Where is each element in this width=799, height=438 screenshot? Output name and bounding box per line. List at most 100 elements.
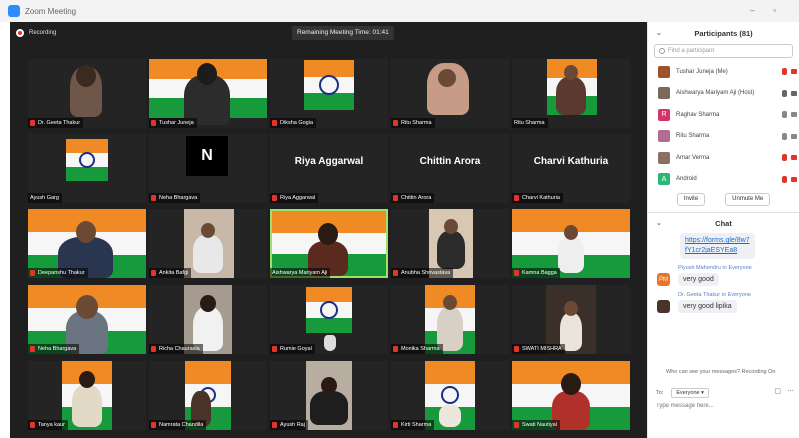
video-tile[interactable]: Ayush Raj [270, 361, 388, 430]
participant-head [564, 301, 578, 316]
mic-muted-icon [272, 346, 277, 352]
video-tile[interactable]: Monika Sharma [391, 285, 509, 354]
video-tile[interactable]: Ayush Garg [28, 134, 146, 203]
video-off-icon[interactable] [791, 155, 797, 161]
participant-search[interactable]: Find a participant [654, 44, 793, 58]
participant-row[interactable]: R Raghav Sharma [648, 104, 799, 126]
participant-row[interactable]: A Android [648, 169, 799, 191]
recording-label[interactable]: Recording [29, 30, 56, 36]
recipient-select[interactable]: Everyone ▾ [671, 388, 709, 398]
mic-muted-icon[interactable] [782, 154, 787, 162]
name-tag: Kamna Bagga [512, 268, 560, 278]
video-tile-active-speaker[interactable]: Aishwarya Mariyam Aji [270, 209, 388, 278]
unmute-me-button[interactable]: Unmute Me [725, 193, 771, 206]
mic-icon[interactable] [782, 89, 787, 97]
name-tag: Richa Chaurasia [149, 344, 203, 354]
video-tile[interactable]: Tushar Juneja [149, 59, 267, 128]
mic-muted-icon [393, 195, 398, 201]
mic-muted-icon [272, 195, 277, 201]
participant-row[interactable]: Tushar Juneja (Me) [648, 61, 799, 83]
participant-head [79, 371, 95, 388]
minimize-icon[interactable]: – [750, 5, 755, 15]
name-tag: Charvi Kathuria [512, 193, 563, 203]
form-link[interactable]: https://forms.gle/8w7fY1cr2jaESYEa8 [685, 237, 750, 254]
mic-muted-icon [514, 195, 519, 201]
participant-head [200, 295, 216, 312]
participant-head [197, 63, 217, 85]
video-tile[interactable]: Kamna Bagga [512, 209, 630, 278]
video-tile[interactable]: Swati Nautiyal [512, 361, 630, 430]
participant-video [558, 237, 584, 273]
participant-row[interactable]: Ritu Sharma [648, 126, 799, 148]
participant-head [321, 377, 337, 394]
to-label: To: [656, 390, 664, 396]
name-tag: Ritu Sharma [391, 118, 435, 128]
video-icon[interactable] [791, 90, 797, 96]
video-tile[interactable]: Rumie Goyal [270, 285, 388, 354]
chevron-down-icon[interactable]: ⌄ [656, 219, 662, 227]
mic-icon[interactable] [782, 132, 787, 140]
video-tile[interactable]: Charvi Kathuria Charvi Kathuria [512, 134, 630, 203]
mic-muted-icon[interactable] [782, 68, 787, 76]
flag-image [304, 60, 354, 110]
video-tile[interactable]: Deepanshu Thakur [28, 209, 146, 278]
video-tile[interactable]: Ritu Sharma [512, 59, 630, 128]
participant-video [193, 235, 223, 273]
participant-name: Ritu Sharma [676, 133, 710, 140]
avatar [658, 151, 670, 164]
participant-head [564, 225, 578, 240]
title-bar: Zoom Meeting – ▫ [0, 0, 799, 22]
name-tag: Diksha Gogia [270, 118, 317, 128]
video-tile[interactable]: Richa Chaurasia [149, 285, 267, 354]
flag-image [306, 287, 352, 333]
chat-message: PM very good [648, 273, 799, 286]
video-tile[interactable]: Anubha Shrivastava [391, 209, 509, 278]
video-tile[interactable]: Dr. Geeta Thakur [28, 59, 146, 128]
participant-name: Amar Verma [676, 154, 710, 161]
name-tag: Kirti Sharma [391, 420, 435, 430]
mic-muted-icon [393, 422, 398, 428]
name-tag: Ayush Garg [28, 193, 62, 203]
video-tile[interactable]: Tanya kaur [28, 361, 146, 430]
mic-muted-icon[interactable] [782, 175, 787, 183]
avatar-initial: N [186, 136, 228, 176]
chevron-down-icon[interactable]: ⌄ [656, 29, 662, 37]
file-icon[interactable]: ▢ [774, 387, 781, 395]
name-tag: Ayush Raj [270, 420, 308, 430]
avatar: R [658, 108, 670, 121]
more-icon[interactable]: ⋯ [787, 387, 794, 395]
zoom-window: Zoom Meeting – ▫ Recording Remaining Mee… [0, 0, 799, 438]
video-tile[interactable]: SWATI MISHRA [512, 285, 630, 354]
meeting-view: Recording Remaining Meeting Time: 01:41 … [10, 22, 647, 438]
chat-message-input[interactable] [656, 403, 794, 409]
participant-row[interactable]: Aishwarya Mariyam Aji (Host) [648, 83, 799, 105]
chat-visibility-note[interactable]: Who can see your messages? Recording On [666, 369, 775, 375]
video-tile[interactable]: Ankita Bafgi [149, 209, 267, 278]
video-tile[interactable]: Neha Bhargava [28, 285, 146, 354]
video-off-icon[interactable] [791, 69, 797, 75]
maximize-icon[interactable]: ▫ [773, 5, 776, 15]
video-tile[interactable]: Ritu Sharma [391, 59, 509, 128]
video-tile[interactable]: Namrata Chandila [149, 361, 267, 430]
mic-muted-icon [151, 270, 156, 276]
name-tag: Tushar Juneja [149, 118, 197, 128]
video-off-icon[interactable] [791, 176, 797, 182]
participant-head [443, 295, 457, 310]
video-tile[interactable]: Kirti Sharma [391, 361, 509, 430]
participant-video [324, 335, 336, 351]
name-tag: Riya Aggarwal [270, 193, 319, 203]
video-tile[interactable]: Chittin Arora Chittin Arora [391, 134, 509, 203]
participant-head [444, 219, 458, 234]
participant-row[interactable]: Amar Verma [648, 147, 799, 169]
video-tile[interactable]: Diksha Gogia [270, 59, 388, 128]
mic-icon[interactable] [782, 111, 787, 119]
video-icon[interactable] [791, 112, 797, 118]
name-tag: Anubha Shrivastava [391, 268, 454, 278]
video-tile[interactable]: Riya Aggarwal Riya Aggarwal [270, 134, 388, 203]
search-placeholder: Find a participant [668, 48, 715, 54]
avatar [658, 130, 670, 143]
video-tile[interactable]: N Neha Bhargava [149, 134, 267, 203]
invite-button[interactable]: Invite [676, 193, 706, 206]
video-icon[interactable] [791, 133, 797, 139]
avatar [657, 300, 670, 313]
